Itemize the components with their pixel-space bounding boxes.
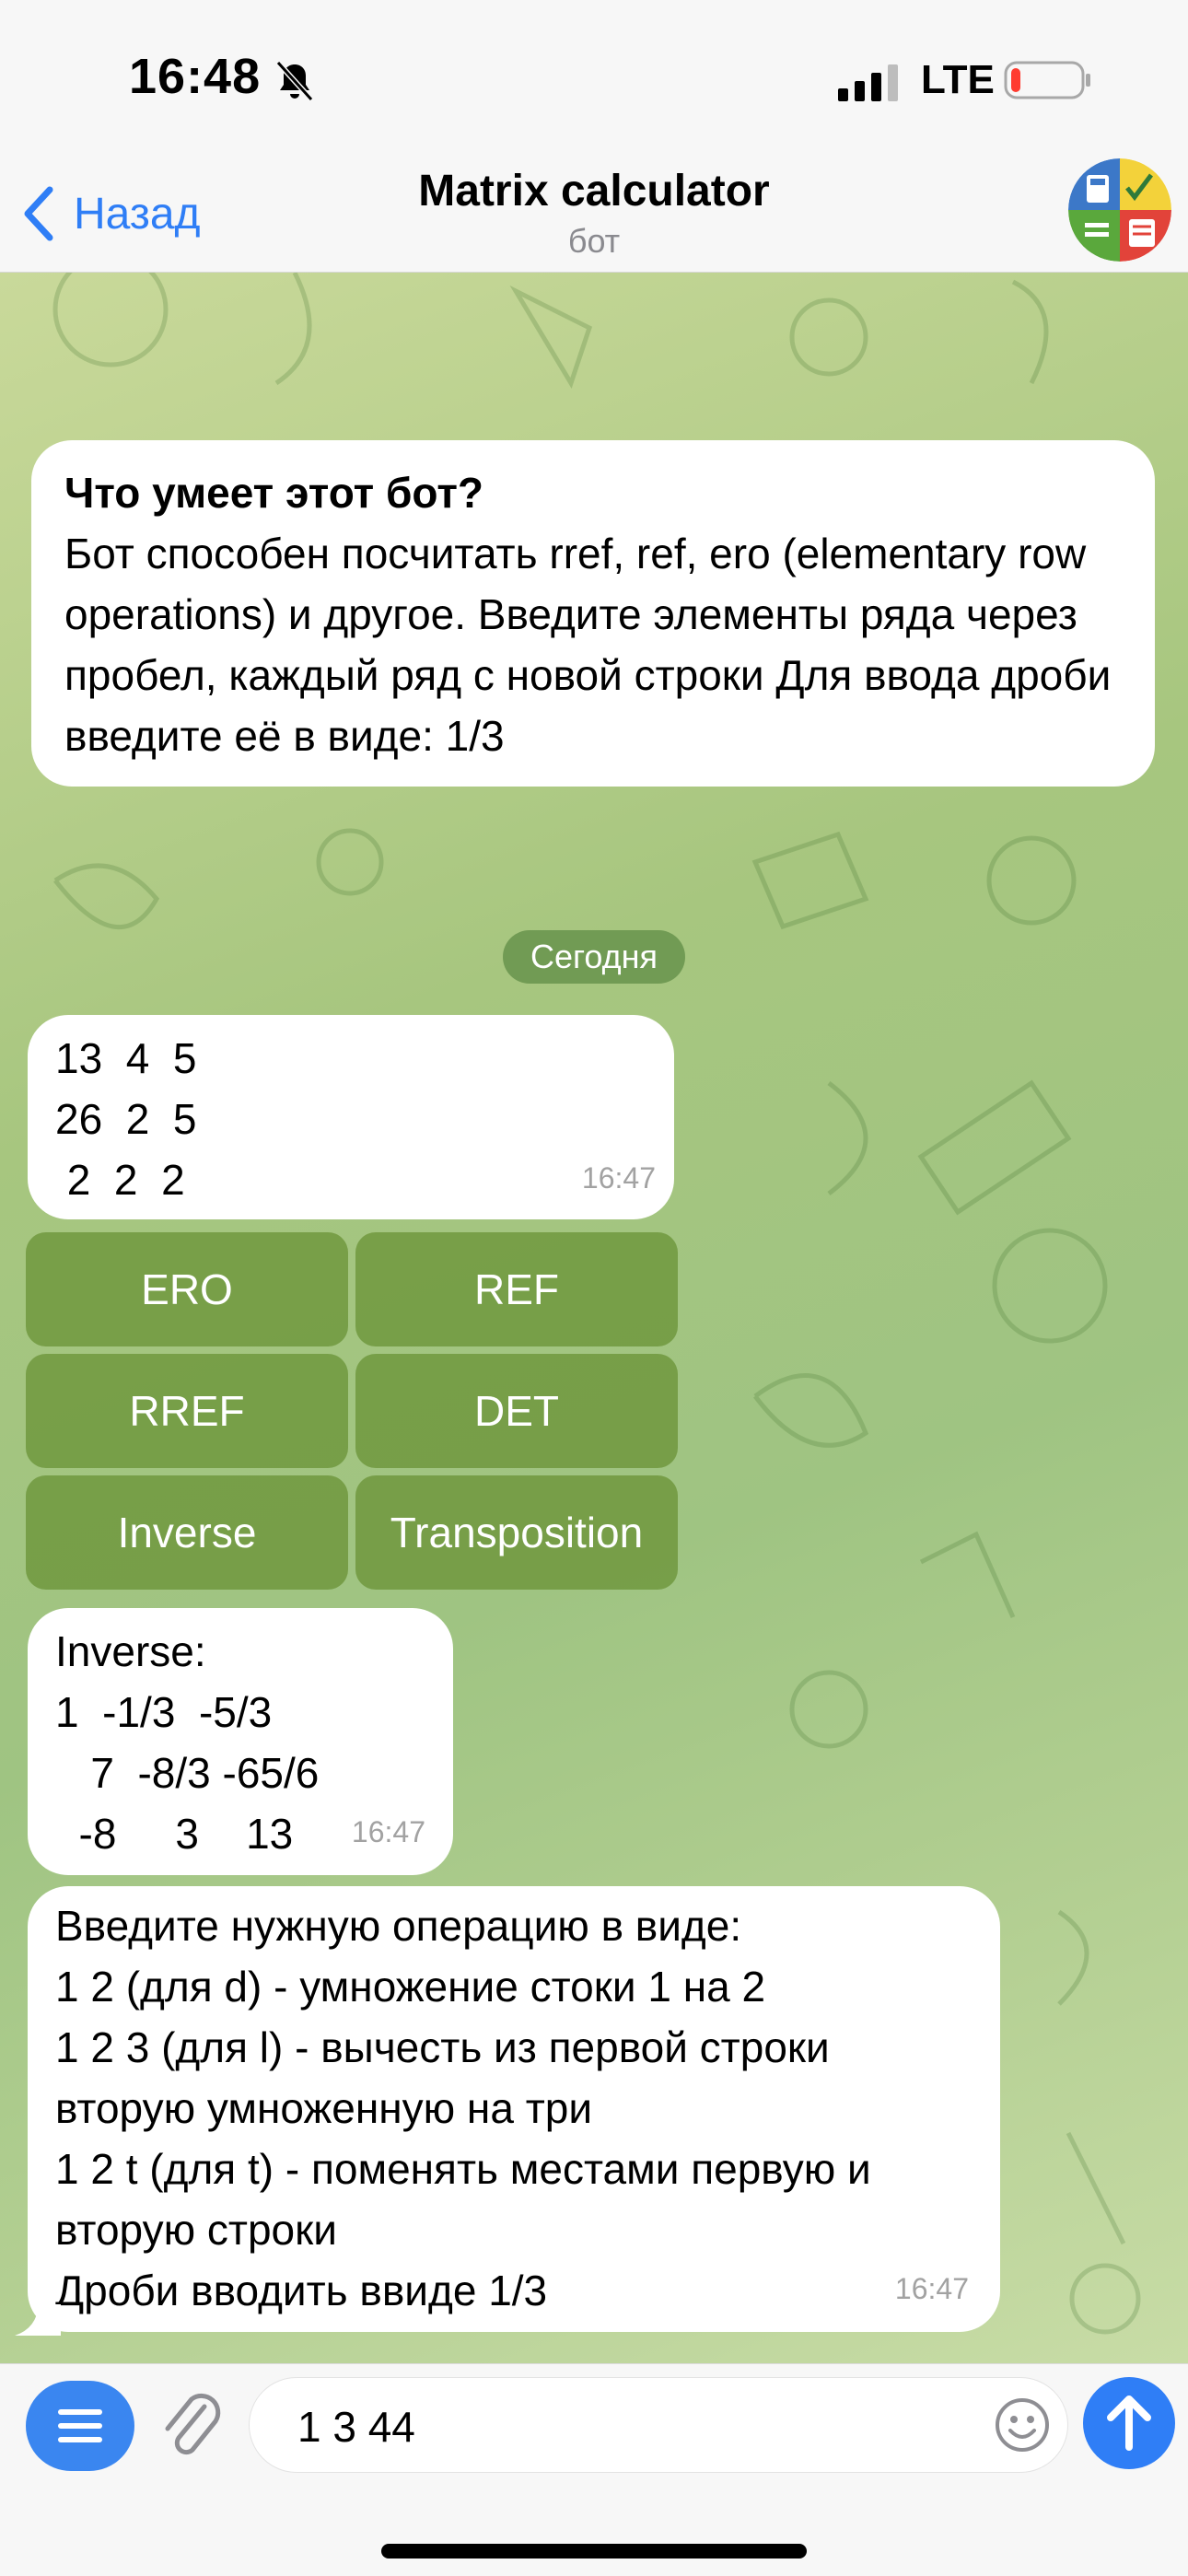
back-button[interactable]: Назад: [20, 177, 201, 251]
bot-description-text: Бот способен посчитать rref, ref, ero (e…: [64, 530, 1112, 760]
keyboard-button-ero[interactable]: ERO: [26, 1232, 348, 1346]
message-time: 16:47: [894, 2272, 969, 2305]
arrow-up-icon: [1107, 2395, 1151, 2451]
keyboard-button-transposition[interactable]: Transposition: [355, 1475, 678, 1590]
message-input[interactable]: 1 3 44: [249, 2377, 1068, 2473]
send-button[interactable]: [1083, 2377, 1175, 2469]
bot-menu-button[interactable]: [26, 2381, 134, 2471]
date-separator: Сегодня: [503, 930, 685, 984]
message-input-value: 1 3 44: [297, 2403, 415, 2451]
chevron-left-icon: [24, 186, 53, 241]
emoji-icon[interactable]: [994, 2396, 1051, 2454]
bot-avatar[interactable]: [1068, 158, 1171, 262]
bot-description-heading: Что умеет этот бот?: [64, 469, 483, 517]
message-time: 16:47: [581, 1161, 656, 1195]
battery-icon: [1004, 61, 1090, 99]
chat-header: Назад Matrix calculator бот: [0, 157, 1188, 273]
message-text: 13 4 5 26 2 5 2 2 2: [55, 1034, 197, 1204]
home-indicator: [381, 2544, 807, 2559]
keyboard-button-ref[interactable]: REF: [355, 1232, 678, 1346]
back-label: Назад: [74, 189, 201, 239]
status-time: 16:48: [129, 49, 262, 104]
chat-subtitle: бот: [567, 222, 621, 260]
chat-title: Matrix calculator: [418, 167, 770, 216]
paperclip-icon[interactable]: [158, 2386, 223, 2465]
message-bubble[interactable]: Inverse: 1 -1/3 -5/3 7 -8/3 -65/6 -8 3 1…: [28, 1608, 453, 1875]
bell-slash-icon: [275, 60, 314, 102]
chat-area[interactable]: Что умеет этот бот? Бот способен посчита…: [0, 273, 1188, 2363]
chat-title-block[interactable]: Matrix calculator бот: [276, 162, 912, 262]
message-text: Введите нужную операцию в виде: 1 2 (для…: [55, 1902, 871, 2314]
message-time: 16:47: [351, 1815, 425, 1848]
bot-description-card: Что умеет этот бот? Бот способен посчита…: [31, 440, 1155, 787]
menu-icon: [58, 2409, 102, 2442]
keyboard-button-rref[interactable]: RREF: [26, 1354, 348, 1468]
message-bubble[interactable]: Введите нужную операцию в виде: 1 2 (для…: [28, 1886, 1000, 2332]
keyboard-button-det[interactable]: DET: [355, 1354, 678, 1468]
bubble-tail: [15, 2304, 61, 2336]
status-bar: 16:48 LTE: [0, 0, 1188, 157]
signal-icon: [838, 64, 898, 101]
network-type: LTE: [921, 57, 995, 102]
keyboard-button-inverse[interactable]: Inverse: [26, 1475, 348, 1590]
message-bubble[interactable]: 13 4 5 26 2 5 2 2 2 16:47: [28, 1015, 674, 1219]
